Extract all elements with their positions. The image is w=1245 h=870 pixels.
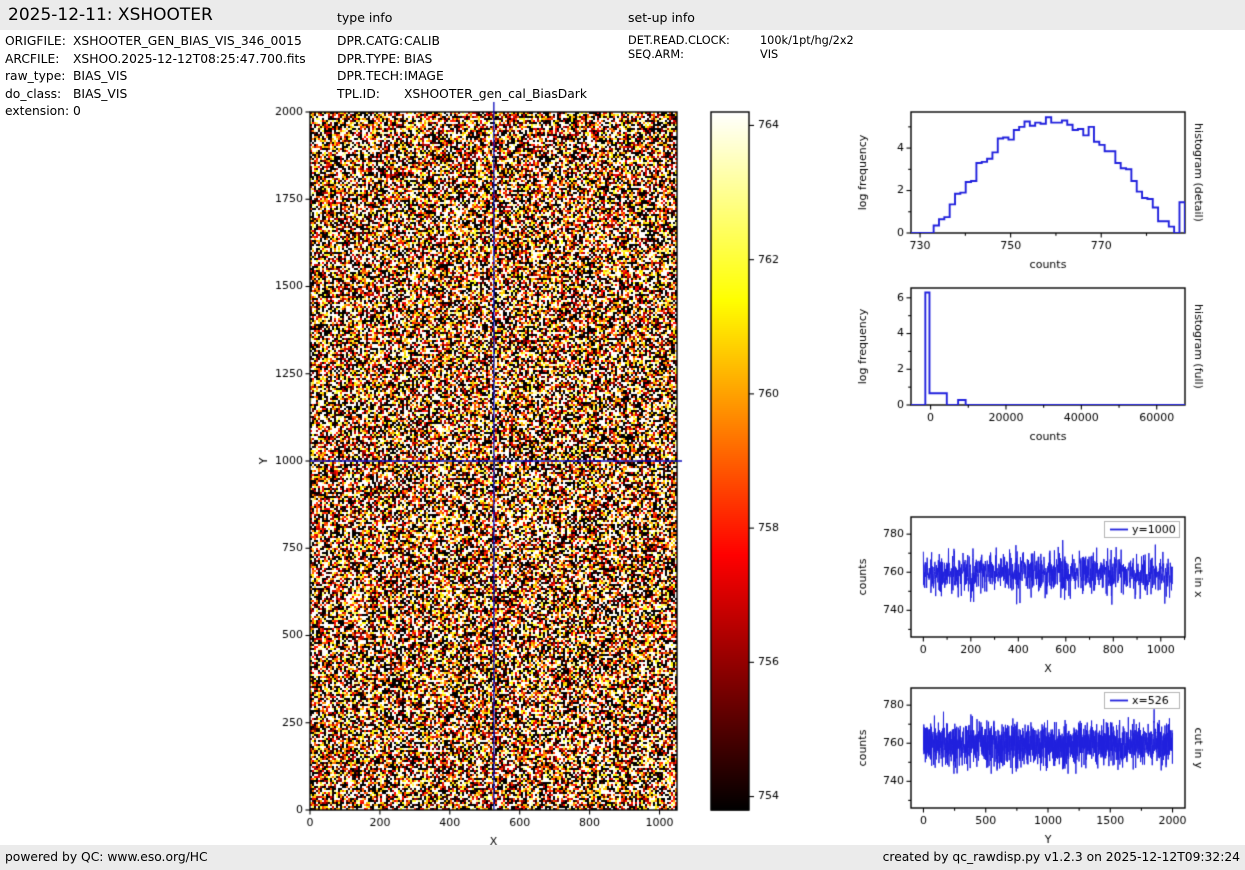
file-info-row-origfile: ORIGFILE: XSHOOTER_GEN_BIAS_VIS_346_0015 xyxy=(5,33,306,51)
arcfile-label: ARCFILE: xyxy=(5,51,60,66)
setup-info-heading: set-up info xyxy=(628,10,695,25)
origfile-value: XSHOOTER_GEN_BIAS_VIS_346_0015 xyxy=(73,34,302,48)
footer-bar: powered by QC: www.eso.org/HC created by… xyxy=(0,845,1245,870)
readclock-label: DET.READ.CLOCK: xyxy=(628,34,730,47)
setup-info-block: DET.READ.CLOCK: 100k/1pt/hg/2x2 SEQ.ARM:… xyxy=(628,34,854,61)
file-info-row-arcfile: ARCFILE: XSHOO.2025-12-12T08:25:47.700.f… xyxy=(5,51,306,69)
extension-value: 0 xyxy=(73,104,81,119)
dprtech-label: DPR.TECH: xyxy=(337,69,404,84)
readclock-value: 100k/1pt/hg/2x2 xyxy=(760,34,854,47)
type-info-row-dprtech: DPR.TECH: IMAGE xyxy=(337,68,587,86)
setup-info-row-seqarm: SEQ.ARM: VIS xyxy=(628,48,854,62)
extension-label: extension: xyxy=(5,104,70,119)
cut-in-y-plot xyxy=(845,671,1245,861)
dprcatg-label: DPR.CATG: xyxy=(337,34,404,48)
header-bar: 2025-12-11: XSHOOTER type info set-up in… xyxy=(0,0,1245,30)
footer-powered-by: powered by QC: www.eso.org/HC xyxy=(5,850,208,864)
histogram-detail-plot xyxy=(845,95,1245,285)
tplid-value: XSHOOTER_gen_cal_BiasDark xyxy=(404,86,587,101)
doclass-label: do_class: xyxy=(5,86,62,101)
file-info-block: ORIGFILE: XSHOOTER_GEN_BIAS_VIS_346_0015… xyxy=(5,33,306,121)
dprtech-value: IMAGE xyxy=(404,69,444,84)
type-info-block: DPR.CATG: CALIB DPR.TYPE: BIAS DPR.TECH:… xyxy=(337,33,587,103)
cut-in-x-plot xyxy=(845,500,1245,690)
file-info-row-extension: extension: 0 xyxy=(5,103,306,121)
page-title: 2025-12-11: XSHOOTER xyxy=(8,5,213,25)
setup-info-row-readclock: DET.READ.CLOCK: 100k/1pt/hg/2x2 xyxy=(628,34,854,48)
qc-report-page: 2025-12-11: XSHOOTER type info set-up in… xyxy=(0,0,1245,870)
dprcatg-value: CALIB xyxy=(404,34,440,48)
rawtype-label: raw_type: xyxy=(5,69,66,84)
type-info-row-tplid: TPL.ID: XSHOOTER_gen_cal_BiasDark xyxy=(337,86,587,104)
arcfile-value: XSHOO.2025-12-12T08:25:47.700.fits xyxy=(73,51,306,66)
file-info-row-doclass: do_class: BIAS_VIS xyxy=(5,86,306,104)
rawtype-value: BIAS_VIS xyxy=(73,69,128,84)
dprtype-value: BIAS xyxy=(404,51,433,66)
file-info-row-rawtype: raw_type: BIAS_VIS xyxy=(5,68,306,86)
tplid-label: TPL.ID: xyxy=(337,86,380,101)
origfile-label: ORIGFILE: xyxy=(5,34,66,48)
type-info-row-dprcatg: DPR.CATG: CALIB xyxy=(337,33,587,51)
type-info-heading: type info xyxy=(337,10,393,25)
doclass-value: BIAS_VIS xyxy=(73,86,128,101)
bias-image-heatmap xyxy=(240,95,815,860)
dprtype-label: DPR.TYPE: xyxy=(337,51,401,66)
seqarm-label: SEQ.ARM: xyxy=(628,47,684,61)
histogram-full-plot xyxy=(845,271,1245,461)
type-info-row-dprtype: DPR.TYPE: BIAS xyxy=(337,51,587,69)
seqarm-value: VIS xyxy=(760,47,779,61)
footer-created-by: created by qc_rawdisp.py v1.2.3 on 2025-… xyxy=(882,850,1240,864)
